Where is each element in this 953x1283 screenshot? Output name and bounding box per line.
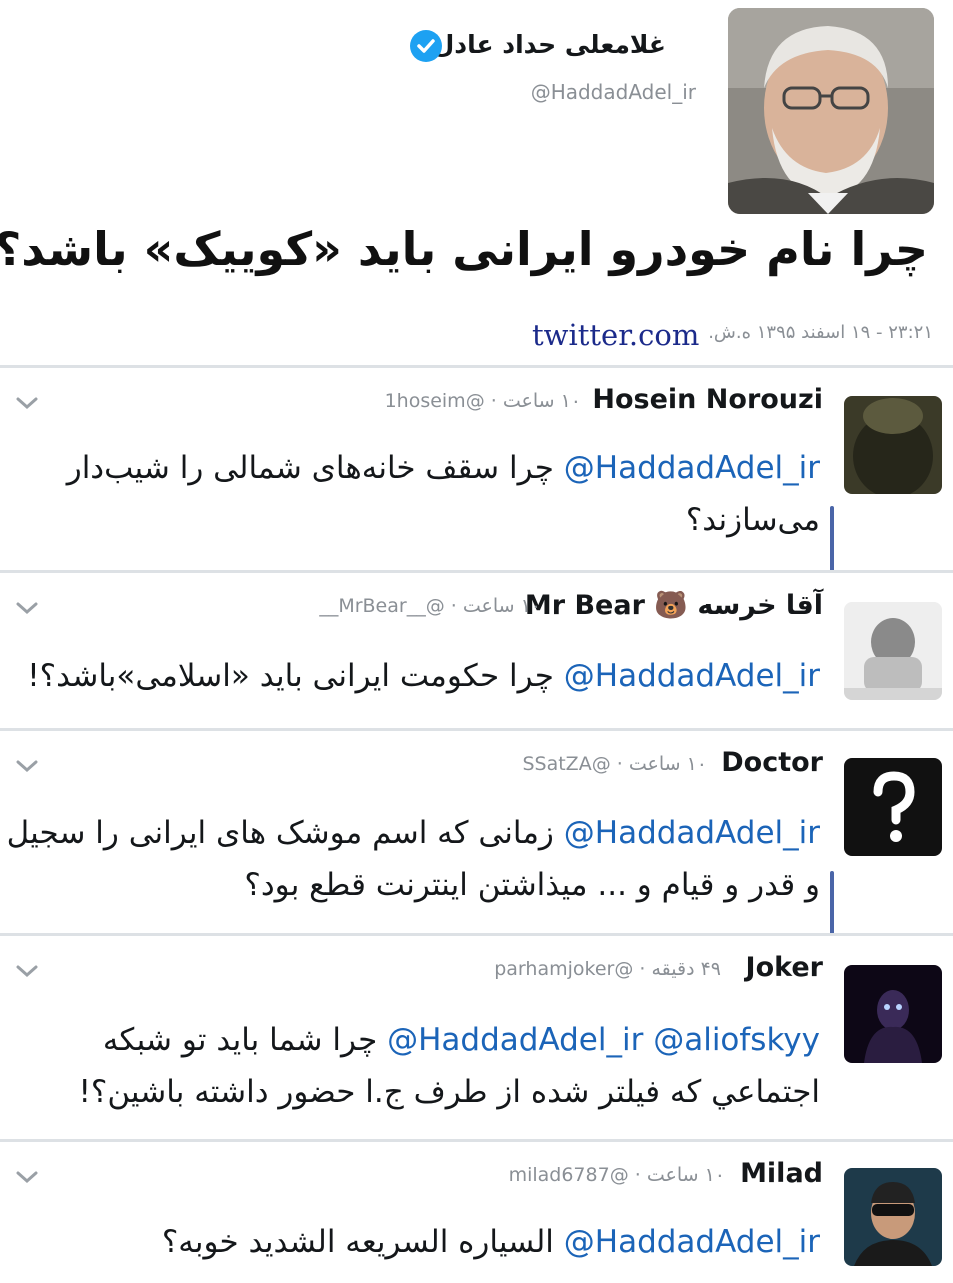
bear-emoji-icon: 🐻	[654, 590, 688, 621]
reply-handle[interactable]: @__MrBear__	[319, 595, 444, 617]
main-handle[interactable]: @HaddadAdel_ir	[531, 80, 696, 104]
source-link[interactable]: twitter.com	[532, 318, 699, 352]
reply-time: ۱۰ ساعت	[646, 1164, 725, 1186]
reply-item[interactable]: Joker ۴۹ دقیقه · @parhamjoker @aliofskyy…	[0, 933, 953, 1142]
chevron-down-icon[interactable]	[14, 390, 40, 416]
reply-line: چرا حکومت ایرانی باید «اسلامی»باشد؟!	[27, 658, 554, 694]
reply-display-name-fa: آقا خرسه	[697, 590, 823, 621]
reply-display-name[interactable]: Doctor	[721, 747, 823, 778]
mention-link[interactable]: @HaddadAdel_ir	[564, 815, 820, 851]
mention-link[interactable]: @HaddadAdel_ir	[564, 658, 820, 694]
mention-link[interactable]: @HaddadAdel_ir	[564, 1224, 820, 1260]
reply-handle[interactable]: @1hoseim	[385, 390, 485, 412]
avatar[interactable]	[844, 965, 942, 1063]
reply-handle[interactable]: @milad6787	[509, 1164, 629, 1186]
chevron-down-icon[interactable]	[14, 1164, 40, 1190]
reply-item[interactable]: Doctor ۱۰ ساعت · @SSatZA @HaddadAdel_ir …	[0, 728, 953, 936]
mention-link[interactable]: @HaddadAdel_ir	[564, 450, 820, 486]
main-display-name[interactable]: غلامعلی حداد عادل	[433, 30, 666, 59]
verified-badge-icon	[410, 30, 442, 62]
reply-handle-time: ۱۰ ساعت · @__MrBear__	[319, 595, 541, 617]
reply-line: زمانی که اسم موشک های ایرانی را سجیل	[6, 815, 554, 851]
mention-link[interactable]: @aliofskyy	[653, 1022, 820, 1058]
avatar[interactable]	[844, 396, 942, 494]
reply-time: ۱۰ ساعت	[502, 390, 581, 412]
reply-handle[interactable]: @parhamjoker	[494, 958, 633, 980]
reply-line: السياره السريعه الشديد خوبه؟	[161, 1224, 554, 1260]
avatar[interactable]	[844, 758, 942, 856]
reply-line: و قدر و قیام و ... میذاشتن اینترنت قطع ب…	[244, 867, 820, 903]
reply-line: چرا سقف خانه‌های شمالی را شیب‌دار	[66, 450, 554, 486]
reply-text: @HaddadAdel_ir چرا حکومت ایرانی باید «اس…	[27, 650, 820, 702]
thread-line	[830, 871, 834, 935]
main-tweet-text: چرا نام خودرو ایرانی باید «کوییک» باشد؟!	[0, 222, 928, 276]
main-tweet: غلامعلی حداد عادل @HaddadAdel_ir چرا نام…	[0, 0, 953, 365]
reply-item[interactable]: Milad ۱۰ ساعت · @milad6787 @HaddadAdel_i…	[0, 1139, 953, 1283]
reply-text: @aliofskyy @HaddadAdel_ir چرا شما باید ت…	[78, 1014, 820, 1118]
chevron-down-icon[interactable]	[14, 753, 40, 779]
reply-line: می‌سازند؟	[685, 502, 820, 538]
reply-display-name-en: Mr Bear	[524, 590, 645, 621]
reply-time: ۱۰ ساعت	[628, 753, 707, 775]
main-timestamp: ۲۳:۲۱ - ۱۹ اسفند ۱۳۹۵ ه.ش.	[708, 322, 933, 343]
reply-display-name[interactable]: Hosein Norouzi	[592, 384, 823, 415]
chevron-down-icon[interactable]	[14, 958, 40, 984]
reply-text: @HaddadAdel_ir زمانی که اسم موشک های ایر…	[7, 807, 820, 911]
reply-handle-time: ۱۰ ساعت · @milad6787	[508, 1164, 725, 1186]
reply-display-name[interactable]: Milad	[740, 1158, 823, 1189]
reply-text: @HaddadAdel_ir السياره السريعه الشديد خو…	[162, 1216, 820, 1268]
reply-handle-time: ۱۰ ساعت · @SSatZA	[522, 753, 707, 775]
chevron-down-icon[interactable]	[14, 595, 40, 621]
reply-handle-time: ۱۰ ساعت · @1hoseim	[384, 390, 581, 412]
avatar[interactable]	[844, 1168, 942, 1266]
reply-display-name[interactable]: Joker	[746, 952, 823, 983]
reply-handle-time: ۴۹ دقیقه · @parhamjoker	[494, 958, 721, 980]
mention-link[interactable]: @HaddadAdel_ir	[387, 1022, 643, 1058]
avatar[interactable]	[844, 602, 942, 700]
reply-time: ۴۹ دقیقه	[651, 958, 721, 980]
reply-time: ۱۰ ساعت	[462, 595, 541, 617]
reply-display-name[interactable]: آقا خرسه 🐻 Mr Bear	[525, 589, 823, 621]
main-avatar[interactable]	[728, 8, 934, 214]
reply-line: چرا شما باید تو شبکه	[102, 1022, 378, 1058]
reply-item[interactable]: آقا خرسه 🐻 Mr Bear ۱۰ ساعت · @__MrBear__…	[0, 570, 953, 731]
reply-line: اجتماعي که فيلتر شده از طرف ج.ا حضور داش…	[78, 1074, 820, 1110]
reply-item[interactable]: Hosein Norouzi ۱۰ ساعت · @1hoseim @Hadda…	[0, 365, 953, 590]
reply-handle[interactable]: @SSatZA	[522, 753, 610, 775]
reply-text: @HaddadAdel_ir چرا سقف خانه‌های شمالی را…	[67, 442, 820, 546]
